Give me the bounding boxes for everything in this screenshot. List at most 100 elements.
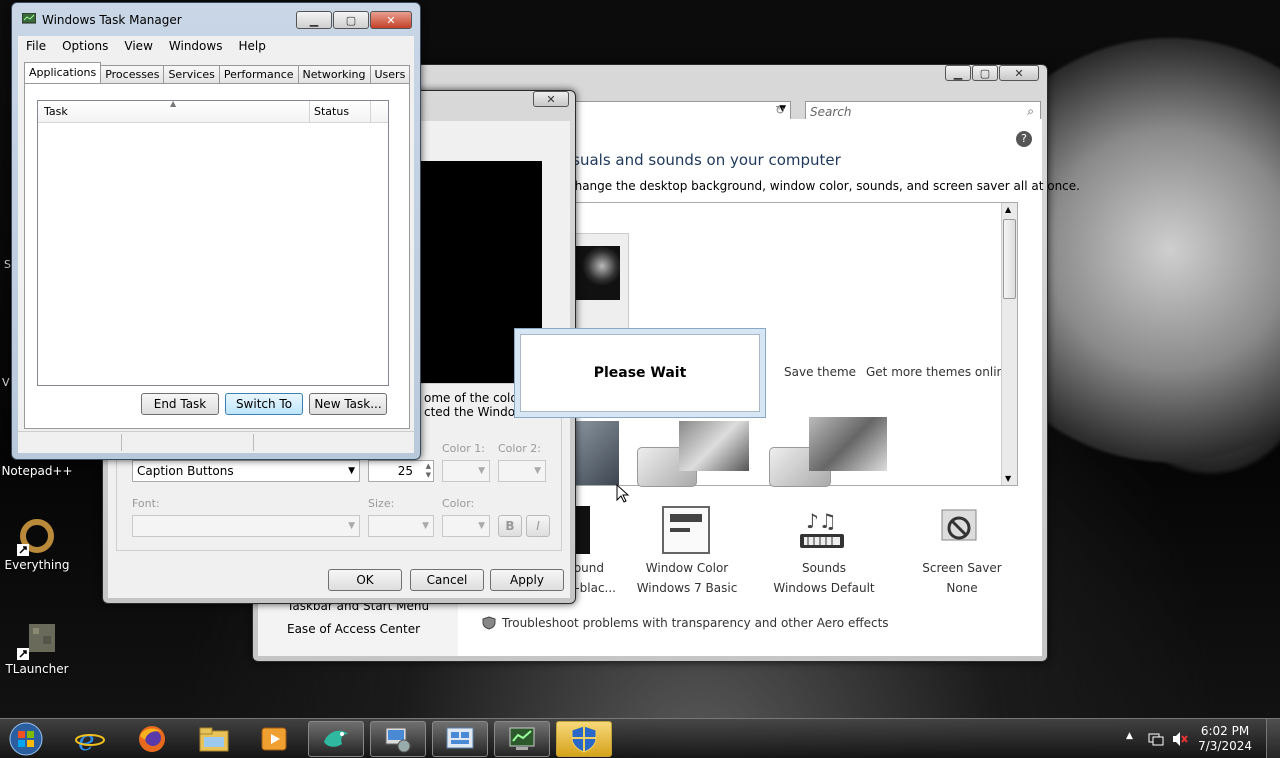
- desktop-icon-label: TLauncher: [5, 662, 69, 676]
- network-tray-icon[interactable]: [1148, 731, 1164, 750]
- start-button[interactable]: [6, 721, 46, 757]
- maximize-button[interactable]: ▢: [972, 65, 998, 81]
- item-value: Windows 7 Basic: [636, 581, 738, 595]
- minimize-button[interactable]: ▁: [945, 65, 971, 81]
- folder-icon: [199, 727, 229, 752]
- taskbar-app-bird[interactable]: [308, 721, 364, 757]
- close-button[interactable]: ✕: [999, 65, 1039, 81]
- task-list[interactable]: Task ▲ Status: [37, 99, 389, 386]
- taskbar-media-player[interactable]: [246, 721, 302, 757]
- refresh-icon[interactable]: ↻: [775, 103, 785, 117]
- ease-of-access-link[interactable]: Ease of Access Center: [287, 622, 420, 636]
- maximize-button[interactable]: ▢: [333, 11, 369, 29]
- chevron-down-icon: ▼: [534, 466, 541, 476]
- svg-text:♪♫: ♪♫: [806, 509, 837, 533]
- italic-button[interactable]: I: [526, 515, 550, 537]
- new-task-button[interactable]: New Task...: [309, 393, 387, 415]
- switch-to-button[interactable]: Switch To: [225, 393, 303, 415]
- tab-services[interactable]: Services: [163, 65, 220, 84]
- desktop-edge-char: V: [2, 376, 10, 389]
- task-manager-icon: [21, 12, 37, 25]
- tab-applications[interactable]: Applications: [24, 62, 102, 84]
- tab-users[interactable]: Users: [369, 65, 411, 84]
- menu-help[interactable]: Help: [230, 39, 273, 53]
- theme-thumbnail[interactable]: [809, 417, 887, 471]
- help-icon[interactable]: ?: [1016, 131, 1032, 147]
- show-desktop-button[interactable]: [1266, 719, 1280, 758]
- theme-thumbnail[interactable]: [569, 421, 619, 485]
- network-icon: [446, 727, 474, 749]
- tab-strip: Applications Processes Services Performa…: [24, 62, 411, 84]
- description-line2: cted the Window: [424, 405, 525, 419]
- desktop-edge-char: S: [4, 258, 11, 271]
- font-color-label: Color:: [442, 497, 475, 510]
- menu-view[interactable]: View: [116, 39, 160, 53]
- taskbar-network[interactable]: [432, 721, 488, 757]
- desktop-icon-notepadpp[interactable]: Notepad++: [0, 464, 74, 478]
- theme-thumbnail[interactable]: [569, 233, 629, 329]
- tab-performance[interactable]: Performance: [218, 65, 299, 84]
- control-panel-icon: [385, 727, 411, 753]
- close-button[interactable]: ✕: [533, 91, 569, 107]
- description-line1: ome of the color: [424, 391, 523, 405]
- troubleshoot-link[interactable]: Troubleshoot problems with transparency …: [502, 616, 889, 630]
- save-theme-link[interactable]: Save theme: [784, 365, 856, 379]
- window-color-item[interactable]: Window Color Windows 7 Basic: [627, 558, 747, 598]
- color1-picker[interactable]: ▼: [442, 460, 490, 482]
- task-manager-window: Windows Task Manager ▁ ▢ ✕ File Options …: [11, 2, 421, 460]
- taskbar-control-panel[interactable]: [370, 721, 426, 757]
- sounds-icon[interactable]: ♪♫: [798, 506, 848, 554]
- window-caption-buttons: ✕: [532, 91, 569, 107]
- column-task[interactable]: Task: [44, 105, 68, 118]
- menu-options[interactable]: Options: [54, 39, 116, 53]
- item-select[interactable]: Caption Buttons ▼: [132, 460, 360, 482]
- theme-thumbnail[interactable]: [679, 421, 749, 471]
- tab-networking[interactable]: Networking: [297, 65, 371, 84]
- spin-arrows-icon[interactable]: ▲ ▼: [426, 462, 431, 480]
- item-value: Windows Default: [773, 581, 875, 595]
- get-more-themes-link[interactable]: Get more themes online: [866, 365, 1012, 379]
- taskbar-clock[interactable]: 6:02 PM 7/3/2024: [1198, 724, 1252, 754]
- taskbar-internet-explorer[interactable]: e: [62, 721, 118, 757]
- font-select[interactable]: ▼: [132, 515, 360, 537]
- end-task-button[interactable]: End Task: [141, 393, 219, 415]
- bold-button[interactable]: B: [498, 515, 522, 537]
- item-title: Window Color: [645, 561, 729, 575]
- clock-date: 7/3/2024: [1198, 739, 1252, 753]
- desktop-icon-everything[interactable]: Everything: [0, 516, 74, 572]
- taskbar-firefox[interactable]: [124, 721, 180, 757]
- column-status[interactable]: Status: [314, 105, 349, 118]
- apply-button[interactable]: Apply: [490, 569, 564, 591]
- scrollbar[interactable]: ▲ ▼: [1001, 203, 1017, 485]
- volume-muted-icon[interactable]: [1172, 731, 1188, 750]
- scroll-up-icon[interactable]: ▲: [1005, 205, 1011, 214]
- screen-saver-item[interactable]: Screen Saver None: [902, 558, 1022, 598]
- font-label: Font:: [132, 497, 160, 510]
- sounds-item[interactable]: Sounds Windows Default: [764, 558, 884, 598]
- size-stepper[interactable]: 25 ▲ ▼: [368, 460, 434, 482]
- window-color-icon[interactable]: [662, 506, 710, 554]
- taskbar: e ▲ 6:02 PM 7/3/2024: [0, 718, 1280, 758]
- scroll-thumb[interactable]: [1003, 219, 1016, 299]
- task-manager-body: Applications Processes Services Performa…: [18, 56, 414, 453]
- window-caption-buttons: ▁ ▢ ✕: [295, 11, 412, 29]
- desktop-icon-tlauncher[interactable]: TLauncher: [0, 620, 74, 676]
- taskbar-security-shield[interactable]: [556, 721, 612, 757]
- minimize-button[interactable]: ▁: [296, 11, 332, 29]
- font-size-select[interactable]: ▼: [368, 515, 434, 537]
- ok-button[interactable]: OK: [328, 569, 402, 591]
- screen-saver-icon[interactable]: [938, 506, 982, 550]
- close-button[interactable]: ✕: [370, 11, 412, 29]
- tab-processes[interactable]: Processes: [100, 65, 165, 84]
- menu-windows[interactable]: Windows: [161, 39, 231, 53]
- font-color-picker[interactable]: ▼: [442, 515, 490, 537]
- tray-overflow-icon[interactable]: ▲: [1126, 731, 1133, 741]
- taskbar-file-explorer[interactable]: [186, 721, 242, 757]
- menu-file[interactable]: File: [18, 39, 54, 53]
- scroll-down-icon[interactable]: ▼: [1005, 474, 1011, 483]
- cancel-button[interactable]: Cancel: [410, 569, 484, 591]
- taskbar-task-manager[interactable]: [494, 721, 550, 757]
- clock-time: 6:02 PM: [1200, 724, 1250, 738]
- color2-picker[interactable]: ▼: [498, 460, 546, 482]
- item-title: Screen Saver: [922, 561, 1002, 575]
